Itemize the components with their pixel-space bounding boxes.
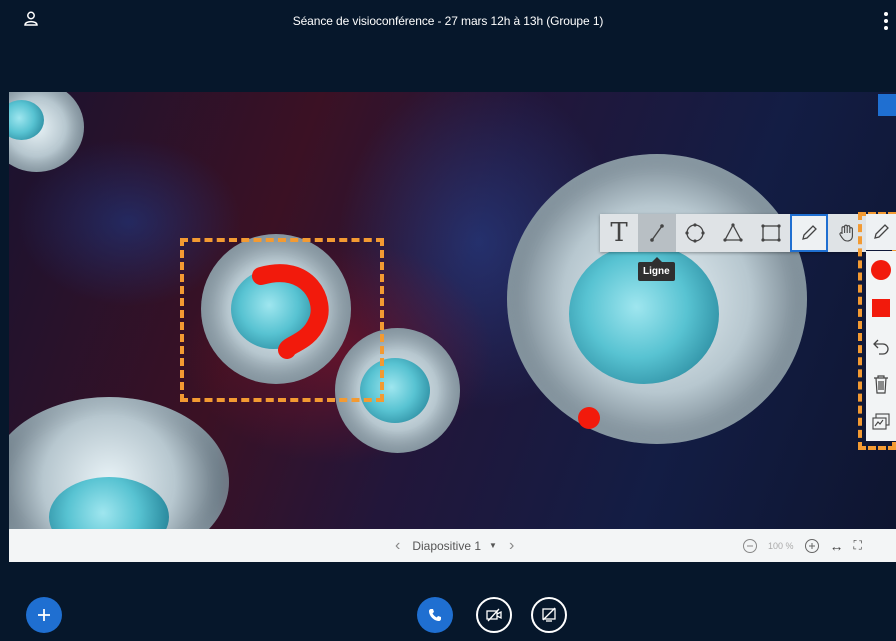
action-bar	[0, 562, 896, 641]
screen-share-off-icon	[542, 607, 556, 622]
zoom-in-icon[interactable]	[804, 538, 820, 554]
hand-icon	[839, 224, 853, 242]
tooltip: Ligne	[638, 257, 675, 281]
phone-icon	[429, 609, 441, 621]
line-icon	[650, 224, 664, 242]
pencil-icon	[802, 225, 817, 240]
caret-down-icon: ▼	[489, 541, 497, 550]
rectangle-icon	[761, 224, 781, 242]
side-toolbar	[866, 251, 896, 441]
pencil-icon	[874, 224, 889, 239]
add-button[interactable]	[26, 597, 62, 633]
pencil-tool[interactable]	[790, 214, 828, 252]
highlight-box	[180, 238, 384, 402]
undo-icon	[873, 339, 889, 355]
camera-button[interactable]	[476, 597, 512, 633]
fill-square-icon	[872, 299, 890, 317]
triangle-tool[interactable]	[714, 214, 752, 252]
slide-toggle-tab[interactable]	[878, 94, 896, 116]
cell-image	[507, 154, 807, 444]
previous-slide-icon[interactable]: ‹	[395, 537, 400, 555]
slide-navigation: ‹ Diapositive 1 ▼ ›	[395, 529, 514, 562]
clear-button[interactable]	[866, 365, 896, 403]
kebab-menu-icon[interactable]	[884, 12, 890, 32]
cell-nucleus	[49, 477, 169, 529]
zoom-out-icon[interactable]	[742, 538, 758, 554]
top-bar: Séance de visioconférence - 27 mars 12h …	[0, 0, 896, 92]
ink-dot	[578, 407, 600, 429]
color-circle-icon	[871, 260, 891, 280]
multi-user-icon	[872, 413, 890, 430]
zoom-level: 100 %	[768, 540, 794, 551]
cell-nucleus	[9, 100, 44, 140]
trash-icon	[874, 375, 888, 394]
rectangle-tool[interactable]	[752, 214, 790, 252]
triangle-icon	[723, 223, 743, 242]
text-tool[interactable]: T	[600, 214, 638, 252]
fullscreen-icon[interactable]: ⛶	[854, 538, 862, 553]
text-icon: T	[610, 218, 628, 248]
next-slide-icon[interactable]: ›	[509, 537, 514, 555]
presentation-controls: ‹ Diapositive 1 ▼ › 100 % ↔ ⛶	[9, 529, 896, 562]
meeting-title: Séance de visioconférence - 27 mars 12h …	[292, 14, 604, 28]
whiteboard-toolbar: T	[600, 214, 866, 252]
ellipse-tool[interactable]	[676, 214, 714, 252]
cell-image	[9, 92, 84, 172]
presentation-slide[interactable]	[9, 92, 896, 529]
audio-button[interactable]	[417, 597, 453, 633]
plus-icon	[38, 609, 50, 621]
slide-label: Diapositive 1	[412, 538, 482, 553]
undo-button[interactable]	[866, 327, 896, 365]
zoom-controls: 100 % ↔ ⛶	[742, 529, 862, 562]
side-pencil-tool[interactable]	[866, 214, 896, 250]
ellipse-icon	[685, 223, 705, 243]
line-tool[interactable]	[638, 214, 676, 252]
fill-color-button[interactable]	[866, 289, 896, 327]
screen-share-button[interactable]	[531, 597, 567, 633]
camera-off-icon	[486, 608, 502, 622]
cell-image	[9, 397, 229, 529]
fit-width-icon[interactable]: ↔	[830, 538, 844, 554]
multi-user-button[interactable]	[866, 403, 896, 441]
slide-selector[interactable]: Diapositive 1 ▼	[412, 539, 497, 553]
color-picker-button[interactable]	[866, 251, 896, 289]
